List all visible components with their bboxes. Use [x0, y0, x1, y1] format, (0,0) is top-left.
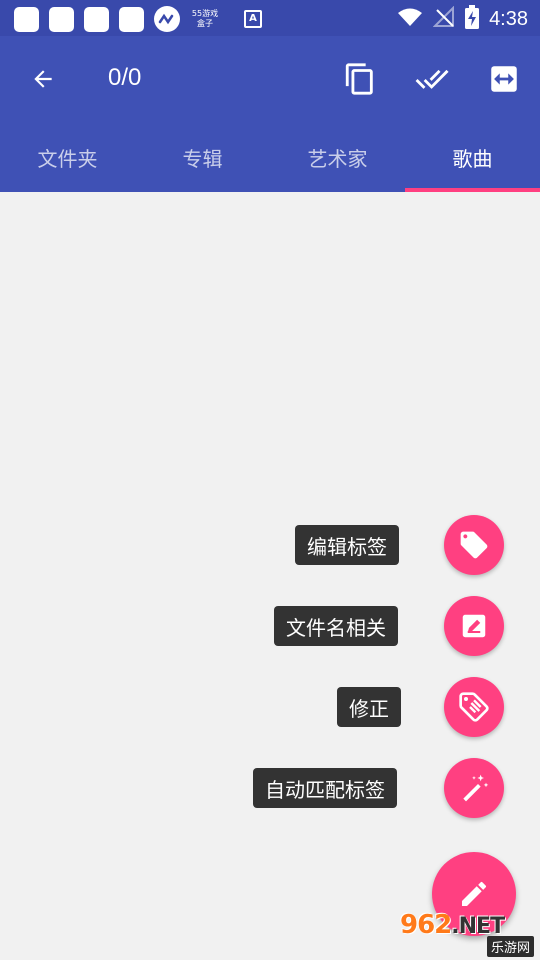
fix-button[interactable] [444, 677, 504, 737]
watermark-site: 乐游网 [486, 936, 534, 957]
app-badge-text: 55游戏 [191, 9, 219, 18]
tab-folders[interactable]: 文件夹 [0, 122, 135, 192]
accessibility-a-icon: A [244, 10, 262, 28]
app-badge-text: 盒子 [197, 19, 213, 28]
filename-button[interactable] [444, 596, 504, 656]
back-button[interactable] [22, 58, 64, 100]
notification-icon [84, 6, 109, 32]
link-app-icon [154, 6, 180, 32]
edit-tags-button[interactable] [444, 515, 504, 575]
watermark-number: 962 [400, 910, 452, 940]
notification-icon [14, 6, 39, 32]
edit-box-icon [462, 614, 486, 638]
battery-charging-icon [465, 5, 480, 33]
status-bar: 55游戏 盒子 A 4:38 [0, 0, 540, 36]
arrow-back-icon [34, 70, 52, 88]
tag-lines-icon [459, 692, 489, 722]
tab-bar: 文件夹 专辑 艺术家 歌曲 [0, 122, 540, 192]
edit-tags-label[interactable]: 编辑标签 [295, 525, 399, 565]
copy-button[interactable] [339, 58, 381, 100]
song-list-empty [0, 192, 540, 960]
select-all-button[interactable] [411, 58, 453, 100]
select-all-icon [415, 69, 449, 89]
status-right-icons: 4:38 [397, 5, 528, 33]
notification-icon [49, 6, 74, 32]
tab-albums[interactable]: 专辑 [135, 122, 270, 192]
swap-icon [491, 66, 517, 92]
selection-counter: 0/0 [108, 64, 142, 91]
wifi-icon [397, 7, 423, 31]
magic-wand-icon [463, 774, 489, 802]
swap-button[interactable] [483, 58, 525, 100]
tag-icon [460, 531, 488, 559]
55-app-icon: 55游戏 盒子 [190, 6, 220, 32]
notification-icon [119, 6, 144, 32]
tab-songs[interactable]: 歌曲 [405, 122, 540, 192]
auto-match-button[interactable] [444, 758, 504, 818]
clock: 4:38 [489, 7, 528, 30]
status-left-icons: 55游戏 盒子 A [14, 6, 262, 32]
auto-match-label[interactable]: 自动匹配标签 [253, 768, 397, 808]
fix-label[interactable]: 修正 [337, 687, 401, 727]
copy-icon [345, 63, 373, 95]
tab-artists[interactable]: 艺术家 [270, 122, 405, 192]
filename-label[interactable]: 文件名相关 [274, 606, 398, 646]
pencil-icon [462, 881, 486, 906]
watermark-logo: 962.NET 乐游网 [400, 910, 536, 958]
app-bar: 0/0 [0, 36, 540, 122]
signal-off-icon [432, 5, 455, 32]
